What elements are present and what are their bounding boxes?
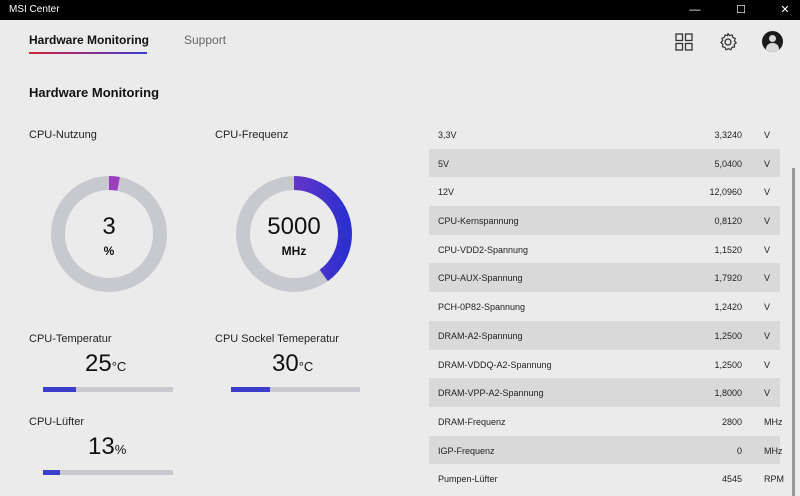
socket-temperature-label: CPU Sockel Temeperatur [215, 333, 339, 345]
cpu-temperature-unit: °C [111, 359, 127, 374]
sensor-value: 1,2420 [714, 302, 742, 313]
sensor-name: DRAM-A2-Spannung [438, 330, 523, 341]
cpu-usage-unit: % [103, 244, 115, 258]
sensor-table: 3,3V 3,3240 V 5V 5,0400 V 12V 12,0960 V CPU-Kerns… [429, 120, 784, 493]
table-row: DRAM-A2-Spannung 1,2500 V [429, 320, 780, 350]
sensor-unit: V [764, 302, 771, 313]
sensor-value: 12,0960 [709, 187, 742, 198]
cpu-temperature-readout: 25°C [85, 350, 126, 378]
vertical-scrollbar[interactable] [792, 168, 795, 496]
sensor-value: 2800 [721, 416, 742, 427]
tab-support[interactable]: Support [184, 33, 226, 47]
sensor-name: 12V [438, 187, 455, 198]
sensor-value: 1,2500 [714, 359, 742, 370]
table-row: Pumpen-Lüfter 4545 RPM [429, 464, 784, 493]
cpu-frequency-label: CPU-Frequenz [215, 129, 289, 141]
cpu-fan-bar [43, 470, 173, 475]
sensor-unit: MHz [764, 445, 783, 456]
sensor-unit: V [764, 216, 771, 227]
sensor-value: 0,8120 [714, 216, 742, 227]
sensor-name: DRAM-Frequenz [438, 416, 506, 427]
table-row: DRAM-Frequenz 2800 MHz [429, 407, 783, 436]
sensor-name: IGP-Frequenz [438, 445, 495, 456]
cpu-usage-label: CPU-Nutzung [29, 129, 97, 141]
tab-hardware-monitoring[interactable]: Hardware Monitoring [29, 33, 149, 47]
sensor-value: 5,0400 [714, 158, 742, 169]
cpu-fan-readout: 13% [88, 433, 126, 461]
sensor-unit: V [764, 388, 771, 399]
sensor-value: 1,8000 [714, 388, 742, 399]
socket-temperature-value: 30 [272, 350, 299, 377]
maximize-button[interactable]: ☐ [726, 0, 756, 20]
cpu-temperature-bar-fill [43, 387, 76, 392]
cpu-temperature-bar [43, 387, 173, 392]
socket-temperature-bar-fill [231, 387, 270, 392]
sensor-unit: V [764, 187, 771, 198]
sensor-unit: V [764, 158, 771, 169]
cpu-frequency-unit: MHz [281, 244, 307, 258]
avatar-head-shape [769, 35, 776, 42]
grid-view-icon[interactable] [673, 31, 695, 53]
cpu-temperature-value: 25 [85, 350, 112, 377]
sensor-unit: V [764, 244, 771, 255]
sensor-name: DRAM-VPP-A2-Spannung [438, 388, 544, 399]
sensor-unit: V [764, 273, 771, 284]
sensor-value: 4545 [721, 474, 742, 485]
cpu-fan-unit: % [114, 442, 127, 457]
sensor-unit: V [764, 359, 771, 370]
sensor-value: 1,2500 [714, 330, 742, 341]
active-tab-indicator [29, 52, 147, 54]
cpu-fan-value: 13 [88, 433, 115, 460]
sensor-value: 3,3240 [714, 130, 742, 140]
table-row: DRAM-VDDQ-A2-Spannung 1,2500 V [429, 350, 780, 379]
gear-icon[interactable] [717, 31, 739, 53]
table-row: DRAM-VPP-A2-Spannung 1,8000 V [429, 378, 780, 407]
sensor-name: PCH-0P82-Spannung [438, 302, 526, 313]
window-title: MSI Center [9, 4, 60, 15]
sensor-name: DRAM-VDDQ-A2-Spannung [438, 359, 552, 370]
close-button[interactable]: ✕ [770, 0, 800, 20]
sensor-unit: V [764, 330, 771, 341]
socket-temperature-unit: °C [298, 359, 314, 374]
sensor-name: 5V [438, 158, 450, 169]
user-avatar[interactable] [762, 31, 783, 52]
table-row: CPU-VDD2-Spannung 1,1520 V [429, 235, 780, 264]
cpu-fan-bar-fill [43, 470, 60, 475]
sensor-value: 1,7920 [714, 273, 742, 284]
table-row: CPU-AUX-Spannung 1,7920 V [429, 263, 780, 293]
minimize-button[interactable]: — [680, 0, 710, 20]
sensor-value: 0 [736, 445, 742, 456]
page-title: Hardware Monitoring [29, 85, 160, 100]
sensor-name: CPU-Kernspannung [438, 216, 519, 227]
cpu-temperature-label: CPU-Temperatur [29, 333, 112, 345]
sensor-name: CPU-VDD2-Spannung [438, 244, 529, 255]
table-row: 12V 12,0960 V [429, 177, 780, 206]
sensor-unit: V [764, 130, 771, 140]
sensor-value: 1,1520 [714, 244, 742, 255]
cpu-usage-value: 3 [102, 213, 116, 240]
avatar-body-shape [766, 43, 779, 52]
cpu-frequency-value: 5000 [267, 213, 321, 240]
table-row: 3,3V 3,3240 V [429, 120, 780, 149]
sensor-name: 3,3V [438, 130, 457, 140]
table-row: IGP-Frequenz 0 MHz [429, 435, 783, 465]
sensor-unit: MHz [764, 416, 783, 427]
sensor-name: Pumpen-Lüfter [438, 474, 498, 485]
app-window: Hardware Monitoring Support Hardware Mon… [0, 20, 800, 496]
socket-temperature-bar [231, 387, 360, 392]
cpu-fan-label: CPU-Lüfter [29, 416, 85, 428]
table-row: CPU-Kernspannung 0,8120 V [429, 206, 780, 235]
sensor-unit: RPM [764, 474, 784, 485]
title-bar: MSI Center — ☐ ✕ [0, 0, 800, 20]
socket-temperature-readout: 30°C [272, 350, 313, 378]
table-row: 5V 5,0400 V [429, 148, 780, 178]
table-row: PCH-0P82-Spannung 1,2420 V [429, 292, 780, 321]
sensor-name: CPU-AUX-Spannung [438, 273, 523, 284]
